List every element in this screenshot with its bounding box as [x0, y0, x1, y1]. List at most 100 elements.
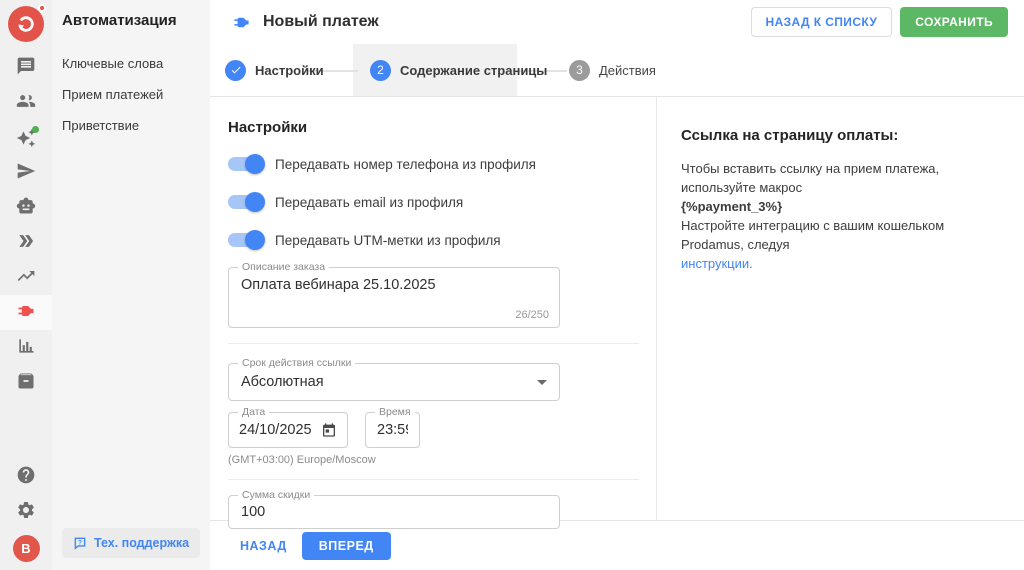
- step-actions[interactable]: 3 Действия: [569, 44, 656, 96]
- rail-item-archive[interactable]: [0, 365, 52, 400]
- app: B Автоматизация Ключевые слова Прием пла…: [0, 0, 1024, 570]
- select-value: Абсолютная: [241, 374, 324, 390]
- brand-logo-icon: [8, 6, 44, 42]
- settings-form: Настройки Передавать номер телефона из п…: [210, 97, 657, 520]
- main-panel: Новый платеж НАЗАД К СПИСКУ СОХРАНИТЬ На…: [210, 0, 1024, 570]
- sidebar-item-keywords[interactable]: Ключевые слова: [62, 57, 200, 70]
- payment-link-panel: Ссылка на страницу оплаты: Чтобы вставит…: [657, 97, 1024, 520]
- page-title: Новый платеж: [263, 13, 379, 31]
- toggle-email-from-profile[interactable]: Передавать email из профиля: [228, 192, 638, 212]
- divider: [228, 343, 639, 344]
- step-done-circle: [225, 60, 246, 81]
- rail-item-audience[interactable]: [0, 85, 52, 120]
- back-to-list-button[interactable]: НАЗАД К СПИСКУ: [751, 7, 893, 37]
- toggle-label: Передавать UTM-метки из профиля: [275, 233, 501, 248]
- stepper: Настройки 2 Содержание страницы 3 Действ…: [210, 44, 1024, 97]
- sidebar-item-payments[interactable]: Прием платежей: [62, 88, 200, 101]
- toggle-label: Передавать email из профиля: [275, 195, 463, 210]
- rail-nav: [0, 50, 52, 400]
- panel-title: Ссылка на страницу оплаты:: [681, 127, 1000, 144]
- field-label: Срок действия ссылки: [238, 357, 355, 369]
- user-avatar[interactable]: B: [13, 535, 40, 562]
- link-validity-select[interactable]: Срок действия ссылки Абсолютная: [228, 363, 560, 401]
- check-icon: [230, 64, 242, 76]
- rail-item-ai[interactable]: [0, 120, 52, 155]
- discount-input[interactable]: [241, 504, 547, 520]
- datetime-row: Дата Время: [228, 412, 638, 448]
- rail-item-settings[interactable]: [0, 494, 52, 529]
- field-label: Дата: [238, 406, 269, 418]
- plug-icon: [16, 301, 36, 324]
- svg-text:?: ?: [78, 539, 82, 546]
- header-actions: НАЗАД К СПИСКУ СОХРАНИТЬ: [751, 7, 1009, 37]
- step-label: Содержание страницы: [400, 63, 547, 78]
- toggle-phone-from-profile[interactable]: Передавать номер телефона из профиля: [228, 154, 638, 174]
- panel-line1: Чтобы вставить ссылку на прием платежа, …: [681, 161, 939, 195]
- trending-up-icon: [16, 266, 36, 289]
- rail-item-help[interactable]: [0, 459, 52, 494]
- content: Настройки Передавать номер телефона из п…: [210, 97, 1024, 520]
- logo-notification-dot: [38, 4, 46, 12]
- timezone-note: (GMT+03:00) Europe/Moscow: [228, 454, 638, 466]
- divider: [228, 479, 639, 480]
- rail-item-chat[interactable]: [0, 50, 52, 85]
- rail-item-funnels[interactable]: [0, 225, 52, 260]
- time-input[interactable]: [377, 422, 408, 438]
- rail-item-broadcasts[interactable]: [0, 155, 52, 190]
- archive-icon: [16, 371, 36, 394]
- payment-macro: {%payment_3%}: [681, 199, 782, 214]
- field-label: Описание заказа: [238, 261, 329, 273]
- discount-field[interactable]: Сумма скидки: [228, 495, 560, 529]
- step-page-content[interactable]: 2 Содержание страницы: [370, 44, 547, 96]
- char-counter: 26/250: [515, 309, 549, 321]
- green-status-dot: [32, 126, 39, 133]
- date-field[interactable]: Дата: [228, 412, 348, 448]
- calendar-icon[interactable]: [321, 422, 337, 438]
- app-logo[interactable]: [8, 6, 44, 42]
- robot-icon: [16, 196, 36, 219]
- toggle-switch[interactable]: [228, 195, 262, 209]
- tech-support-label: Тех. поддержка: [94, 536, 189, 550]
- time-field[interactable]: Время: [365, 412, 420, 448]
- panel-line2: Настройте интеграцию с вашим кошельком P…: [681, 218, 944, 252]
- chat-icon: [16, 56, 36, 79]
- form-section-title: Настройки: [228, 119, 638, 136]
- bar-chart-icon: [16, 336, 36, 359]
- order-description-input[interactable]: Оплата вебинара 25.10.2025: [241, 277, 547, 303]
- sidebar-item-greeting[interactable]: Приветствие: [62, 119, 200, 132]
- people-icon: [16, 91, 36, 114]
- date-input[interactable]: [239, 422, 319, 438]
- main-header: Новый платеж НАЗАД К СПИСКУ СОХРАНИТЬ: [210, 0, 1024, 44]
- order-description-field[interactable]: Описание заказа Оплата вебинара 25.10.20…: [228, 267, 560, 328]
- step-label: Настройки: [255, 63, 324, 78]
- step-number-circle: 3: [569, 60, 590, 81]
- panel-text: Чтобы вставить ссылку на прием платежа, …: [681, 159, 1000, 273]
- send-icon: [16, 161, 36, 184]
- step-label: Действия: [599, 63, 656, 78]
- gear-icon: [16, 500, 36, 523]
- sidebar: Автоматизация Ключевые слова Прием плате…: [52, 0, 210, 570]
- toggle-utm-from-profile[interactable]: Передавать UTM-метки из профиля: [228, 230, 638, 250]
- step-number-circle: 2: [370, 60, 391, 81]
- icon-rail: B: [0, 0, 52, 570]
- rail-item-bots[interactable]: [0, 190, 52, 225]
- step-settings[interactable]: Настройки: [225, 44, 324, 96]
- chevron-down-icon: [537, 380, 547, 385]
- rail-item-statistics[interactable]: [0, 330, 52, 365]
- rail-bottom: B: [0, 459, 52, 570]
- toggle-switch[interactable]: [228, 157, 262, 171]
- tech-support-button[interactable]: ? Тех. поддержка: [62, 528, 200, 558]
- rail-item-analytics[interactable]: [0, 260, 52, 295]
- instructions-link[interactable]: инструкции.: [681, 256, 753, 271]
- next-button[interactable]: ВПЕРЕД: [302, 532, 391, 560]
- sidebar-title: Автоматизация: [62, 12, 200, 29]
- help-chat-icon: ?: [73, 536, 87, 550]
- save-button[interactable]: СОХРАНИТЬ: [900, 7, 1008, 37]
- toggle-label: Передавать номер телефона из профиля: [275, 157, 536, 172]
- rail-item-payments[interactable]: [0, 295, 52, 330]
- field-label: Сумма скидки: [238, 489, 314, 501]
- back-button[interactable]: НАЗАД: [240, 539, 287, 553]
- toggle-switch[interactable]: [228, 233, 262, 247]
- sparkles-icon: [16, 128, 36, 148]
- plug-icon: [232, 13, 251, 32]
